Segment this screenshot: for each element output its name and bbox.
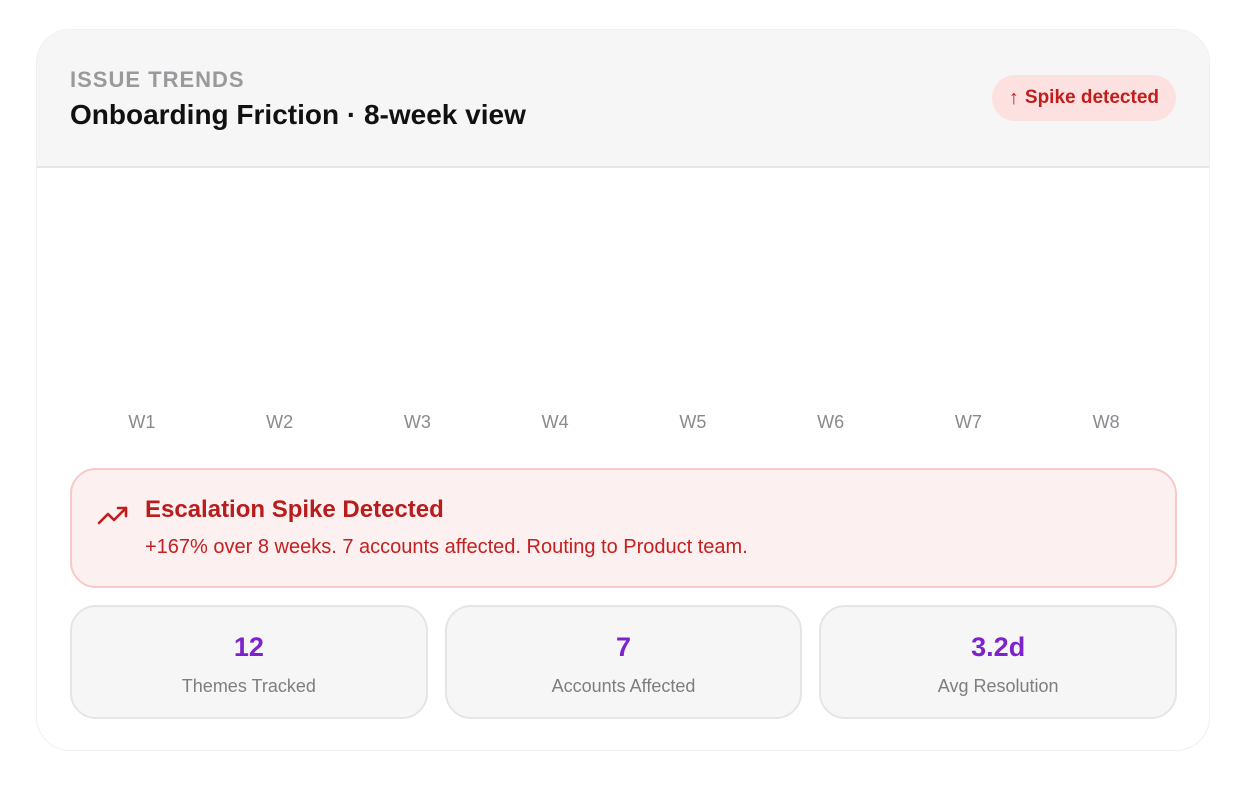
spike-badge-label: Spike detected (1024, 87, 1159, 108)
section-eyebrow: ISSUE TRENDS (70, 67, 245, 92)
stat-value: 12 (233, 632, 264, 662)
stat-value: 7 (615, 632, 632, 662)
trend-chart-area (37, 170, 1209, 440)
spike-badge[interactable]: ↑ Spike detected (991, 75, 1176, 121)
week-label: W5 (679, 412, 707, 432)
week-axis: W1 W2 W3 W4 W5 W6 W7 W8 (73, 412, 1175, 436)
trending-up-icon (97, 506, 128, 525)
week-label: W6 (817, 412, 845, 432)
week-label: W8 (1092, 412, 1120, 432)
escalation-alert[interactable]: Escalation Spike Detected +167% over 8 w… (70, 468, 1177, 588)
arrow-up-icon: ↑ (1008, 87, 1019, 109)
week-label: W2 (266, 412, 294, 432)
week-label: W3 (403, 412, 431, 432)
card-header: ISSUE TRENDS Onboarding Friction · 8-wee… (37, 30, 1209, 168)
week-label: W1 (128, 412, 156, 432)
stat-card-resolution[interactable]: 3.2d Avg Resolution (819, 605, 1178, 719)
stats-row: 12 Themes Tracked 7 Accounts Affected 3.… (70, 605, 1178, 719)
alert-title: Escalation Spike Detected (145, 496, 444, 523)
alert-message: +167% over 8 weeks. 7 accounts affected.… (145, 536, 748, 558)
week-label: W4 (541, 412, 569, 432)
stat-value: 3.2d (971, 632, 1026, 662)
stat-label: Avg Resolution (937, 676, 1059, 696)
stat-label: Themes Tracked (181, 676, 316, 696)
stat-card-accounts[interactable]: 7 Accounts Affected (444, 605, 803, 719)
issue-trends-card: ISSUE TRENDS Onboarding Friction · 8-wee… (36, 29, 1210, 751)
card-title: Onboarding Friction · 8-week view (70, 99, 526, 130)
stat-label: Accounts Affected (551, 676, 696, 696)
week-label: W7 (954, 412, 982, 432)
stat-card-themes[interactable]: 12 Themes Tracked (70, 605, 428, 719)
